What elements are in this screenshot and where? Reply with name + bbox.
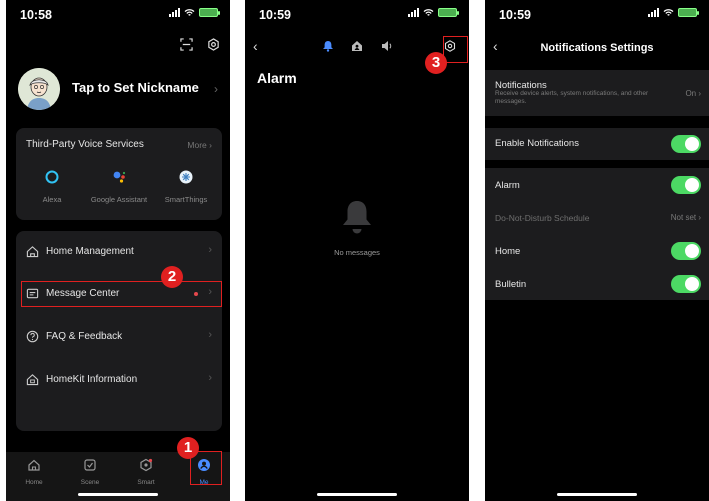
profile-header[interactable]: Tap to Set Nickname › <box>18 68 218 112</box>
menu-item-home-management[interactable]: Home Management › <box>16 231 222 273</box>
voice-services-more-link[interactable]: More › <box>187 140 212 150</box>
empty-bell-icon <box>343 201 371 234</box>
menu-item-faq-feedback[interactable]: FAQ & Feedback › <box>16 316 222 358</box>
nickname-label[interactable]: Tap to Set Nickname <box>72 80 199 95</box>
status-bar: 10:59 <box>485 0 709 30</box>
categories-section: Alarm Do-Not-Disturb Schedule Not set › … <box>485 168 709 300</box>
dnd-schedule-row[interactable]: Do-Not-Disturb Schedule Not set › <box>485 201 709 234</box>
notifications-value: On › <box>685 89 701 98</box>
signal-icon <box>169 8 180 17</box>
back-chevron-icon[interactable]: ‹ <box>253 38 258 54</box>
smartthings-icon <box>179 170 193 184</box>
home-row: Home <box>485 234 709 267</box>
alexa-icon <box>45 170 59 184</box>
enable-section: Enable Notifications <box>485 128 709 160</box>
battery-icon <box>438 8 459 17</box>
smart-icon <box>140 458 153 472</box>
me-screen: 10:58 Tap to Set Nickname › Third-Party <box>6 0 230 501</box>
bell-tab-icon[interactable] <box>322 40 334 52</box>
homekit-icon <box>26 374 39 386</box>
home-icon <box>26 246 39 258</box>
signal-icon <box>408 8 419 17</box>
annotation-badge-step-2: 2 <box>161 266 183 288</box>
enable-notifications-toggle[interactable] <box>671 135 701 153</box>
annotation-badge-step-3: 3 <box>425 52 447 74</box>
wifi-icon <box>663 9 674 16</box>
page-title: Notifications Settings <box>540 42 654 54</box>
home-icon <box>28 459 40 471</box>
menu-item-homekit-information[interactable]: HomeKit Information › <box>16 359 222 401</box>
alarm-screen: 10:59 ‹ Alarm No messages 3 <box>245 0 469 501</box>
chevron-right-icon: › <box>208 244 212 256</box>
home-indicator <box>78 493 158 496</box>
home-message-tab-icon[interactable] <box>351 40 363 52</box>
alarm-toggle[interactable] <box>671 176 701 194</box>
enable-notifications-row: Enable Notifications <box>485 128 709 160</box>
annotation-badge-step-1: 1 <box>177 437 199 459</box>
annotation-box-message-center <box>21 281 222 307</box>
speaker-tab-icon[interactable] <box>381 40 393 52</box>
service-alexa[interactable]: Alexa <box>22 170 82 204</box>
signal-icon <box>648 8 659 17</box>
service-smartthings[interactable]: SmartThings <box>156 170 216 204</box>
wifi-icon <box>184 9 195 16</box>
bulletin-toggle[interactable] <box>671 275 701 293</box>
chevron-right-icon: › <box>208 372 212 384</box>
tab-scene[interactable]: Scene <box>68 458 112 486</box>
scene-icon <box>84 459 96 471</box>
notifications-settings-screen: 10:59 ‹ Notifications Settings Notificat… <box>485 0 709 501</box>
service-google-assistant[interactable]: Google Assistant <box>89 170 149 204</box>
google-assistant-icon <box>113 171 126 183</box>
me-menu: Home Management › Message Center › FAQ &… <box>16 231 222 431</box>
annotation-box-settings-gear <box>443 36 468 63</box>
notifications-row[interactable]: Notifications Receive device alerts, sys… <box>485 70 709 116</box>
status-time: 10:59 <box>499 8 531 22</box>
bulletin-row: Bulletin <box>485 267 709 300</box>
voice-services-title: Third-Party Voice Services <box>26 139 144 150</box>
notifications-section: Notifications Receive device alerts, sys… <box>485 70 709 116</box>
avatar-illustration-icon <box>18 68 60 110</box>
wifi-icon <box>423 9 434 16</box>
status-bar: 10:59 <box>245 0 469 30</box>
voice-services-card: Third-Party Voice Services More › Alexa … <box>16 128 222 220</box>
chevron-right-icon: › <box>208 329 212 341</box>
tab-home[interactable]: Home <box>12 458 56 486</box>
home-toggle[interactable] <box>671 242 701 260</box>
avatar[interactable] <box>18 68 60 110</box>
tab-smart[interactable]: Smart <box>124 458 168 486</box>
dnd-schedule-value: Not set › <box>670 213 701 222</box>
home-indicator <box>317 493 397 496</box>
alarm-row: Alarm <box>485 168 709 201</box>
question-icon <box>26 330 39 343</box>
scan-icon[interactable] <box>180 38 193 51</box>
settings-gear-icon[interactable] <box>207 38 220 51</box>
battery-icon <box>199 8 220 17</box>
status-bar: 10:58 <box>6 0 230 30</box>
page-title: Alarm <box>257 70 297 86</box>
home-indicator <box>557 493 637 496</box>
status-time: 10:58 <box>20 8 52 22</box>
chevron-right-icon: › <box>214 82 218 96</box>
status-time: 10:59 <box>259 8 291 22</box>
empty-state-text: No messages <box>334 248 380 257</box>
battery-icon <box>678 8 699 17</box>
